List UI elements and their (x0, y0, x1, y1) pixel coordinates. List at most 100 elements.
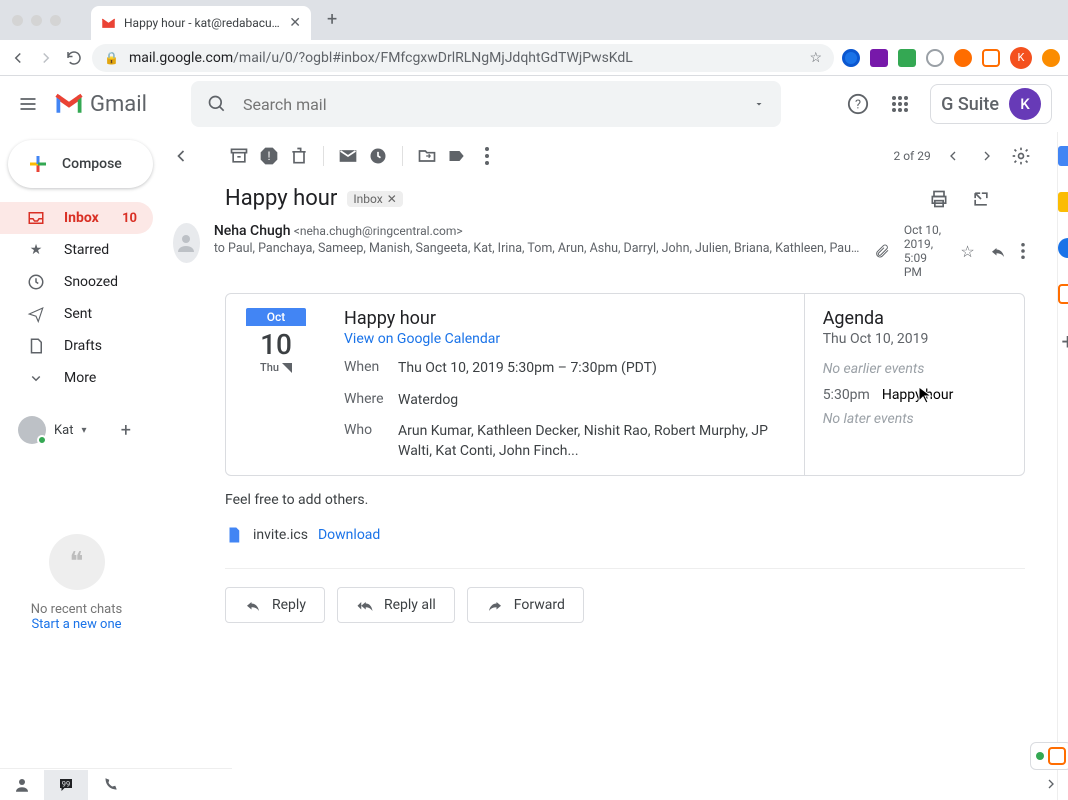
new-tab-button[interactable]: + (327, 9, 337, 40)
dropdown-icon[interactable]: ▾ (81, 425, 86, 436)
hangouts-user-row[interactable]: Kat ▾ + (0, 416, 153, 444)
contacts-tab-icon[interactable] (0, 770, 44, 800)
sidebar-item-snoozed[interactable]: Snoozed (0, 266, 153, 298)
sidebar-item-inbox[interactable]: Inbox 10 (0, 202, 153, 234)
ringcentral-addon-icon[interactable] (1058, 284, 1068, 304)
view-calendar-link[interactable]: View on Google Calendar (344, 331, 500, 347)
browser-tab[interactable]: Happy hour - kat@redabacusd ✕ (91, 6, 311, 40)
tasks-addon-icon[interactable] (1058, 238, 1068, 258)
sender-name: Neha Chugh (214, 223, 291, 239)
close-window-dot[interactable] (12, 15, 23, 26)
attachment-icon[interactable] (874, 243, 890, 259)
agenda-title: Agenda (823, 308, 1006, 329)
extension-icon[interactable] (926, 49, 944, 67)
back-to-inbox-icon[interactable] (169, 144, 193, 168)
svg-text:?: ? (855, 98, 861, 113)
gmail-header: Gmail ? G Suite K (0, 76, 1068, 132)
start-chat-link[interactable]: Start a new one (0, 617, 153, 632)
keep-addon-icon[interactable] (1058, 192, 1068, 212)
search-options-icon[interactable] (753, 98, 765, 110)
back-button[interactable] (8, 48, 28, 68)
minimize-window-dot[interactable] (31, 15, 42, 26)
add-addon-icon[interactable]: + (1061, 330, 1068, 355)
extension-icon[interactable] (1042, 49, 1060, 67)
bookmark-star-icon[interactable]: ☆ (809, 50, 822, 66)
sidebar-item-label: Drafts (64, 338, 102, 354)
no-later-events: No later events (823, 411, 1006, 427)
message-body: Feel free to add others. (153, 476, 1049, 508)
extension-icon[interactable] (898, 49, 916, 67)
new-chat-icon[interactable]: + (121, 420, 131, 441)
close-tab-icon[interactable]: ✕ (289, 15, 301, 31)
star-icon[interactable]: ☆ (960, 242, 974, 261)
separator (323, 146, 324, 166)
ringcentral-extension-icon[interactable] (982, 49, 1000, 67)
calendar-addon-icon[interactable] (1058, 146, 1068, 166)
more-icon[interactable] (475, 144, 499, 168)
calendar-event-card: Oct 10 Thu Happy hour View on Google Cal… (225, 293, 1025, 476)
maximize-window-dot[interactable] (50, 15, 61, 26)
settings-icon[interactable] (1009, 144, 1033, 168)
gmail-logo[interactable]: Gmail (54, 92, 147, 117)
extension-icon[interactable] (842, 49, 860, 67)
search-box[interactable] (191, 81, 781, 127)
extensions-row: K (842, 47, 1060, 69)
extension-icon[interactable] (870, 49, 888, 67)
collapse-panel-icon[interactable] (1043, 776, 1059, 792)
attachment-name[interactable]: invite.ics (253, 527, 308, 543)
reply-button[interactable]: Reply (225, 587, 325, 623)
hangouts-tab-icon[interactable]: 99 (44, 770, 88, 800)
agenda-item-title: Happy hour (882, 387, 954, 403)
gsuite-badge[interactable]: G Suite K (930, 84, 1052, 124)
forward-icon (486, 596, 504, 614)
print-icon[interactable] (927, 187, 951, 211)
phone-tab-icon[interactable] (88, 770, 132, 800)
address-bar[interactable]: 🔒 mail.google.com/mail/u/0/?ogbl#inbox/F… (92, 44, 834, 72)
older-icon[interactable] (941, 144, 965, 168)
reload-button[interactable] (64, 48, 84, 68)
event-day: 10 (246, 326, 306, 361)
snooze-icon[interactable] (366, 144, 390, 168)
newer-icon[interactable] (975, 144, 999, 168)
more-icon[interactable] (1021, 243, 1025, 259)
sidebar-item-drafts[interactable]: Drafts (0, 330, 153, 362)
extension-icon[interactable] (954, 49, 972, 67)
reply-icon[interactable] (989, 242, 1007, 260)
user-avatar-icon (18, 416, 46, 444)
recipients-line[interactable]: to Paul, Panchaya, Sameep, Manish, Sange… (214, 241, 860, 256)
download-link[interactable]: Download (318, 527, 380, 543)
profile-avatar-icon[interactable]: K (1010, 47, 1032, 69)
agenda-item[interactable]: 5:30pm Happy hour (823, 387, 1006, 403)
compose-button[interactable]: Compose (8, 140, 153, 188)
agenda-item-time: 5:30pm (823, 387, 870, 403)
drafts-icon (26, 336, 46, 356)
sidebar-item-more[interactable]: More (0, 362, 153, 394)
who-label: Who (344, 422, 398, 461)
reply-all-button[interactable]: Reply all (337, 587, 455, 623)
where-value: Waterdog (398, 391, 786, 411)
lock-icon: 🔒 (104, 51, 119, 65)
help-icon[interactable]: ? (846, 92, 870, 116)
move-to-icon[interactable] (415, 144, 439, 168)
search-input[interactable] (243, 95, 737, 114)
inbox-chip[interactable]: Inbox✕ (347, 191, 402, 207)
labels-icon[interactable] (445, 144, 469, 168)
forward-button[interactable]: Forward (467, 587, 584, 623)
subject-row: Happy hour Inbox✕ (153, 180, 1049, 219)
who-value: Arun Kumar, Kathleen Decker, Nishit Rao,… (398, 422, 786, 461)
popout-icon[interactable] (969, 187, 993, 211)
sidebar-item-sent[interactable]: Sent (0, 298, 153, 330)
where-label: Where (344, 391, 398, 411)
delete-icon[interactable] (287, 144, 311, 168)
sidebar-item-starred[interactable]: ★ Starred (0, 234, 153, 266)
mark-unread-icon[interactable] (336, 144, 360, 168)
forward-button[interactable] (36, 48, 56, 68)
apps-grid-icon[interactable] (888, 92, 912, 116)
fold-icon (282, 363, 292, 373)
ringcentral-tray-icon[interactable] (1030, 742, 1068, 770)
remove-label-icon[interactable]: ✕ (387, 192, 397, 206)
archive-icon[interactable] (227, 144, 251, 168)
menu-icon[interactable] (16, 92, 40, 116)
account-avatar[interactable]: K (1009, 88, 1041, 120)
spam-icon[interactable]: ! (257, 144, 281, 168)
